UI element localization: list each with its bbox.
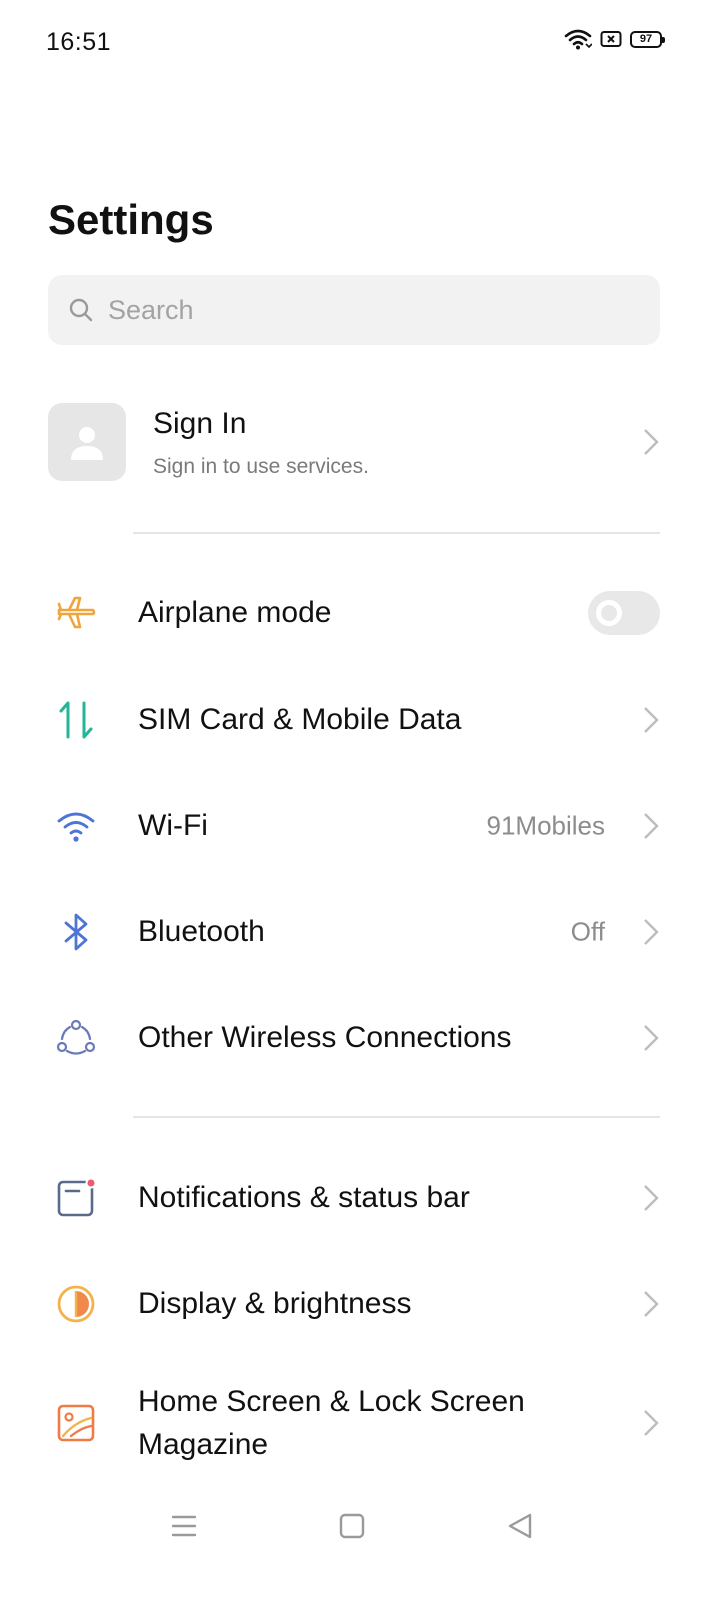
home-square-icon	[339, 1513, 365, 1539]
avatar	[48, 403, 126, 481]
notification-icon	[52, 1174, 100, 1222]
airplane-mode-label: Airplane mode	[138, 596, 332, 629]
chevron-right-icon	[644, 1291, 659, 1317]
no-sim-icon	[600, 31, 622, 47]
display-row[interactable]: Display & brightness	[0, 1251, 720, 1357]
back-triangle-icon	[508, 1513, 532, 1539]
divider	[133, 532, 660, 534]
chevron-right-icon	[644, 1410, 659, 1436]
mobile-data-icon	[52, 696, 100, 744]
sim-card-row[interactable]: SIM Card & Mobile Data	[0, 667, 720, 773]
search-bar[interactable]	[48, 275, 660, 345]
toggle-knob	[596, 600, 622, 626]
home-screen-label: Home Screen & Lock Screen Magazine	[138, 1380, 525, 1466]
wireless-connections-icon	[52, 1014, 100, 1062]
chevron-right-icon	[644, 1025, 659, 1051]
divider	[133, 1116, 660, 1118]
brightness-icon	[52, 1280, 100, 1328]
status-bar: 16:51 97	[0, 0, 720, 86]
airplane-mode-row[interactable]: Airplane mode	[0, 560, 720, 666]
wifi-row[interactable]: Wi-Fi 91Mobiles	[0, 773, 720, 879]
home-button[interactable]	[334, 1508, 370, 1544]
bluetooth-status-value: Off	[570, 916, 605, 947]
sign-in-row[interactable]: Sign In Sign in to use services.	[48, 403, 660, 481]
bluetooth-icon	[52, 908, 100, 956]
wifi-icon	[52, 802, 100, 850]
battery-icon: 97	[630, 30, 665, 48]
search-input[interactable]	[108, 294, 588, 326]
home-screen-label-line1: Home Screen & Lock Screen	[138, 1385, 525, 1418]
other-wireless-label: Other Wireless Connections	[138, 1021, 512, 1054]
menu-icon	[171, 1515, 197, 1537]
other-wireless-row[interactable]: Other Wireless Connections	[0, 985, 720, 1091]
status-icons: 97	[564, 28, 665, 50]
user-icon	[71, 427, 103, 460]
home-screen-row[interactable]: Home Screen & Lock Screen Magazine	[0, 1358, 720, 1488]
home-screen-label-line2: Magazine	[138, 1428, 269, 1461]
notifications-label: Notifications & status bar	[138, 1181, 470, 1214]
chevron-right-icon	[644, 707, 659, 733]
chevron-right-icon	[644, 813, 659, 839]
page-title: Settings	[48, 196, 214, 243]
settings-screen: 16:51 97 Settings Search Sign In Sign in…	[0, 0, 720, 1600]
bluetooth-row[interactable]: Bluetooth Off	[0, 879, 720, 985]
back-button[interactable]	[502, 1508, 538, 1544]
search-icon	[69, 298, 93, 322]
sign-in-subtitle: Sign in to use services.	[153, 455, 369, 478]
notifications-row[interactable]: Notifications & status bar	[0, 1145, 720, 1251]
airplane-icon	[52, 589, 100, 637]
status-time: 16:51	[46, 28, 112, 56]
sign-in-title: Sign In	[153, 407, 247, 440]
chevron-right-icon	[644, 1185, 659, 1211]
wifi-status-icon	[564, 29, 592, 50]
wifi-network-value: 91Mobiles	[486, 810, 605, 841]
bluetooth-label: Bluetooth	[138, 915, 265, 948]
chevron-right-icon	[644, 429, 659, 455]
wifi-label: Wi-Fi	[138, 809, 208, 842]
navigation-bar	[0, 1490, 720, 1560]
display-label: Display & brightness	[138, 1287, 412, 1320]
airplane-mode-toggle[interactable]	[588, 591, 660, 635]
menu-button[interactable]	[166, 1508, 202, 1544]
sim-card-label: SIM Card & Mobile Data	[138, 703, 462, 736]
wallpaper-icon	[52, 1399, 100, 1447]
chevron-right-icon	[644, 919, 659, 945]
